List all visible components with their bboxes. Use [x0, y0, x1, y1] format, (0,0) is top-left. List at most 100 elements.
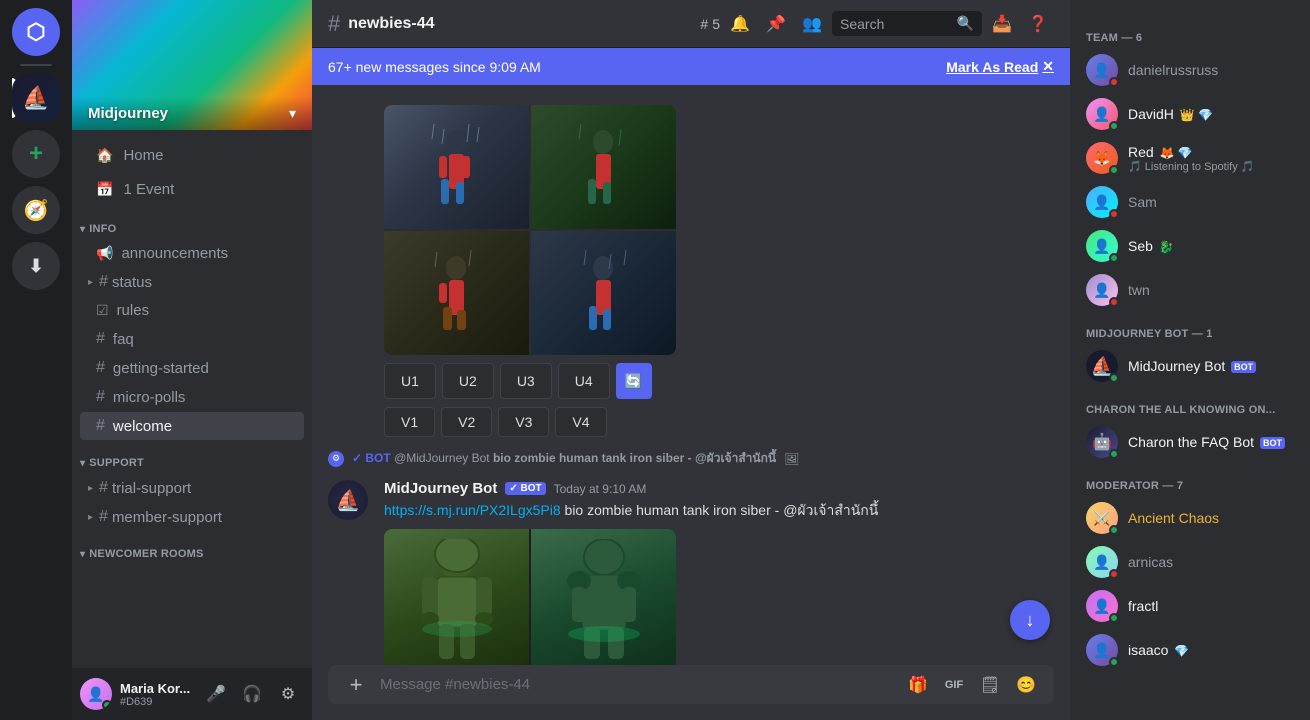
- member-name-arnicas: arnicas: [1128, 554, 1294, 570]
- u2-button[interactable]: U2: [442, 363, 494, 399]
- message-input[interactable]: [380, 665, 894, 704]
- category-newcomer-rooms[interactable]: ▾ NEWCOMER ROOMS: [72, 532, 312, 564]
- members-button[interactable]: 👥: [796, 8, 828, 40]
- team-category-header: TEAM — 6: [1078, 16, 1302, 48]
- member-davidh[interactable]: 👤 DavidH 👑 💎: [1078, 92, 1302, 136]
- pin-button[interactable]: 📌: [760, 8, 792, 40]
- u1-button[interactable]: U1: [384, 363, 436, 399]
- v2-button[interactable]: V2: [441, 407, 492, 437]
- sidebar-item-event[interactable]: 📅 1 Event: [80, 173, 304, 206]
- member-fractl[interactable]: 👤 fractl: [1078, 584, 1302, 628]
- sticker-button[interactable]: 🗒: [974, 669, 1006, 701]
- new-messages-banner: 67+ new messages since 9:09 AM Mark As R…: [312, 48, 1070, 85]
- hash-ts-icon: #: [99, 479, 108, 497]
- member-danielrussruss[interactable]: 👤 danielrussruss: [1078, 48, 1302, 92]
- sidebar-item-home[interactable]: 🏠 Home: [80, 139, 304, 172]
- v3-button[interactable]: V3: [498, 407, 549, 437]
- microphone-button[interactable]: 🎤: [200, 678, 232, 710]
- emoji-button[interactable]: 😊: [1010, 669, 1042, 701]
- channel-faq[interactable]: # faq: [80, 325, 304, 353]
- zombie-message-content: MidJourney Bot ✓ BOT Today at 9:10 AM ht…: [384, 480, 1054, 665]
- collapse-arrow: ▸: [88, 277, 93, 288]
- member-isaaco[interactable]: 👤 isaaco 💎: [1078, 628, 1302, 672]
- member-ancient-chaos[interactable]: ⚔️ Ancient Chaos: [1078, 496, 1302, 540]
- v1-button[interactable]: V1: [384, 407, 435, 437]
- message-link[interactable]: https://s.mj.run/PX2ILgx5Pi8: [384, 502, 561, 518]
- member-name-fractl: fractl: [1128, 598, 1294, 614]
- mute-channel-button[interactable]: 🔔: [724, 8, 756, 40]
- status-dot-midjourney-bot: [1109, 373, 1119, 383]
- u3-button[interactable]: U3: [500, 363, 552, 399]
- messages-area[interactable]: U1 U2 U3 U4 🔄 V1 V2 V3 V4 ⚙ ✓ BOT @MidJ: [312, 85, 1070, 665]
- download-apps-button[interactable]: ⬇: [12, 242, 60, 290]
- channel-announcements[interactable]: 📢 announcements: [80, 240, 304, 267]
- message-input-area: + 🎁 GIF 🗒 😊: [312, 665, 1070, 720]
- channel-micro-polls[interactable]: # micro-polls: [80, 383, 304, 411]
- member-info-arnicas: arnicas: [1128, 554, 1294, 570]
- add-server-button[interactable]: +: [12, 130, 60, 178]
- bot-mini-avatar: ⚙: [328, 451, 344, 467]
- image-cell-3: [384, 231, 529, 355]
- add-attachment-button[interactable]: +: [340, 669, 372, 701]
- member-twn[interactable]: 👤 twn: [1078, 268, 1302, 312]
- category-support[interactable]: ▾ SUPPORT: [72, 441, 312, 473]
- member-info-red: Red 🦊 💎 🎵 Listening to Spotify 🎵: [1128, 144, 1294, 173]
- settings-button[interactable]: ⚙: [272, 678, 304, 710]
- charon-category-header: CHARON THE ALL KNOWING ON...: [1078, 388, 1302, 420]
- u4-button[interactable]: U4: [558, 363, 610, 399]
- channel-welcome[interactable]: # welcome: [80, 412, 304, 440]
- member-arnicas[interactable]: 👤 arnicas: [1078, 540, 1302, 584]
- inbox-button[interactable]: 📥: [986, 8, 1018, 40]
- channel-status-label: status: [112, 274, 152, 291]
- member-sam[interactable]: 👤 Sam: [1078, 180, 1302, 224]
- hash-ms-icon: #: [99, 508, 108, 526]
- channel-header: # newbies-44 # 5 🔔 📌 👥 Search 🔍 📥 ❓: [312, 0, 1070, 48]
- channel-rules[interactable]: ☑ rules: [80, 297, 304, 324]
- member-name-midjourney-bot: MidJourney Bot BOT: [1128, 358, 1294, 374]
- member-charon-bot[interactable]: 🤖 Charon the FAQ Bot BOT: [1078, 420, 1302, 464]
- member-info-midjourney-bot: MidJourney Bot BOT: [1128, 358, 1294, 374]
- gift-button[interactable]: 🎁: [902, 669, 934, 701]
- thread-count-area: # 5: [700, 16, 720, 32]
- help-button[interactable]: ❓: [1022, 8, 1054, 40]
- member-avatar-danielrussruss: 👤: [1086, 54, 1118, 86]
- member-avatar-davidh: 👤: [1086, 98, 1118, 130]
- mark-read-icon: ✕: [1042, 58, 1054, 75]
- member-midjourney-bot[interactable]: ⛵ MidJourney Bot BOT: [1078, 344, 1302, 388]
- server-divider: [20, 64, 52, 66]
- member-seb[interactable]: 👤 Seb 🐉: [1078, 224, 1302, 268]
- user-discriminator: #D639: [120, 696, 192, 708]
- status-dot-davidh: [1109, 121, 1119, 131]
- scroll-to-bottom-button[interactable]: ↓: [1010, 600, 1050, 640]
- midjourney-server-icon[interactable]: ⛵: [12, 74, 60, 122]
- channel-member-support[interactable]: ▸ # member-support: [80, 503, 304, 531]
- member-name-charon: Charon the FAQ Bot BOT: [1128, 434, 1294, 450]
- status-dot-twn: [1109, 297, 1119, 307]
- member-red[interactable]: 🦊 Red 🦊 💎 🎵 Listening to Spotify 🎵: [1078, 136, 1302, 180]
- hash-mp-icon: #: [96, 388, 105, 406]
- channel-getting-started[interactable]: # getting-started: [80, 354, 304, 382]
- bot-verified-badge: ✓ BOT: [505, 482, 545, 495]
- midjourney-bot-avatar: ⛵: [328, 480, 368, 520]
- mark-as-read-button[interactable]: Mark As Read ✕: [946, 58, 1054, 75]
- discord-home-button[interactable]: ⬡: [12, 8, 60, 56]
- explore-servers-button[interactable]: 🧭: [12, 186, 60, 234]
- channel-trial-support[interactable]: ▸ # trial-support: [80, 474, 304, 502]
- status-dot-isaaco: [1109, 657, 1119, 667]
- rain-image-content: U1 U2 U3 U4 🔄 V1 V2 V3 V4: [384, 105, 676, 437]
- v4-button[interactable]: V4: [555, 407, 606, 437]
- thread-count-value: 5: [712, 16, 720, 32]
- channel-faq-label: faq: [113, 331, 134, 348]
- hash-welcome-icon: #: [96, 417, 105, 435]
- hash-gs-icon: #: [96, 359, 105, 377]
- user-avatar: 👤: [80, 678, 112, 710]
- category-info[interactable]: ▾ INFO: [72, 207, 312, 239]
- gif-button[interactable]: GIF: [938, 669, 970, 701]
- refresh-button[interactable]: 🔄: [616, 363, 652, 399]
- channel-announcements-label: announcements: [121, 245, 228, 262]
- search-bar[interactable]: Search 🔍: [832, 11, 982, 36]
- server-header[interactable]: Midjourney ▾: [72, 0, 312, 130]
- headset-button[interactable]: 🎧: [236, 678, 268, 710]
- member-info-seb: Seb 🐉: [1128, 238, 1294, 254]
- channel-status[interactable]: ▸ # status: [80, 268, 304, 296]
